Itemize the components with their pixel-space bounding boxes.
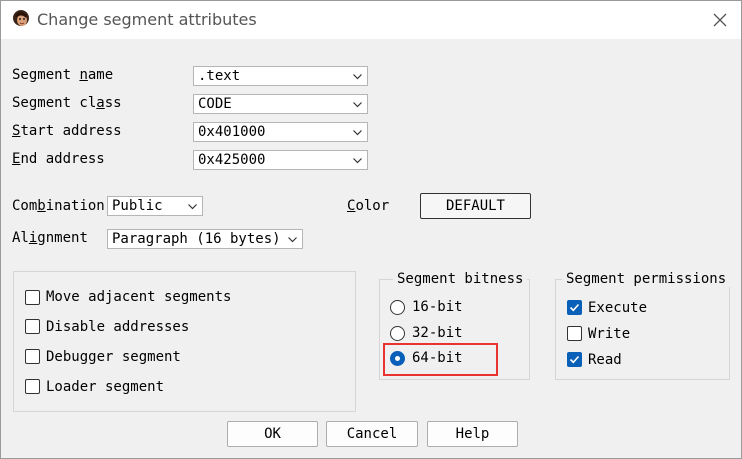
segment-class-label: Segment class	[12, 95, 122, 111]
combination-label: Combination	[12, 198, 105, 214]
alignment-combo[interactable]: Paragraph (16 bytes)	[107, 229, 303, 249]
label-part: Segment	[12, 67, 80, 83]
segment-name-combo[interactable]: .text	[193, 66, 368, 86]
cancel-button[interactable]: Cancel	[326, 421, 418, 447]
color-default-button[interactable]: DEFAULT	[420, 193, 531, 219]
start-address-value: 0x401000	[198, 124, 266, 140]
segment-name-value: .text	[198, 68, 241, 84]
combination-value: Public	[112, 198, 163, 214]
checkmark-icon	[27, 382, 38, 391]
label-part: ame	[87, 67, 114, 83]
segment-permissions-title: Segment permissions	[562, 271, 731, 287]
loader-segment-checkbox[interactable]	[25, 379, 40, 394]
color-label: Color	[347, 198, 389, 214]
chevron-down-icon	[188, 204, 197, 210]
label-accel: a	[96, 95, 105, 111]
close-button[interactable]	[705, 5, 735, 35]
checkmark-icon	[569, 303, 580, 312]
bitness-16-label: 16-bit	[412, 299, 463, 315]
move-adjacent-segments-label: Move adjacent segments	[46, 289, 232, 305]
move-adjacent-segments-checkbox[interactable]	[25, 290, 40, 305]
checkmark-icon	[27, 293, 38, 302]
write-checkbox[interactable]	[567, 326, 582, 341]
loader-segment-label: Loader segment	[46, 379, 165, 395]
dialog-window: Change segment attributes Segment name .…	[0, 0, 742, 459]
close-icon	[713, 13, 727, 27]
checkmark-icon	[569, 355, 580, 364]
chevron-down-icon	[353, 102, 362, 108]
chevron-down-icon	[288, 237, 297, 243]
label-part: gnment	[37, 230, 88, 246]
disable-addresses-checkbox[interactable]	[25, 319, 40, 334]
bitness-16-radio[interactable]	[390, 300, 405, 315]
bitness-32-radio[interactable]	[390, 326, 405, 341]
disable-addresses-label: Disable addresses	[46, 319, 190, 335]
label-accel: b	[37, 198, 46, 214]
alignment-label: Alignment	[12, 230, 88, 246]
segment-bitness-title: Segment bitness	[393, 271, 528, 287]
start-address-combo[interactable]: 0x401000	[193, 122, 368, 142]
ida-logo-icon	[13, 10, 29, 26]
chevron-down-icon	[353, 130, 362, 136]
label-part: tart address	[20, 123, 122, 139]
label-accel: n	[79, 67, 88, 83]
label-part: nd address	[20, 151, 105, 167]
label-part: Segment cl	[12, 95, 97, 111]
alignment-value: Paragraph (16 bytes)	[112, 231, 281, 247]
chevron-down-icon	[353, 158, 362, 164]
end-address-combo[interactable]: 0x425000	[193, 150, 368, 170]
segment-name-label: Segment name	[12, 67, 113, 83]
label-part: Al	[12, 230, 29, 246]
end-address-label: End address	[12, 151, 105, 167]
end-address-value: 0x425000	[198, 152, 266, 168]
read-label: Read	[588, 352, 622, 368]
ok-button[interactable]: OK	[227, 421, 318, 447]
label-part: ination	[45, 198, 105, 214]
chevron-down-icon	[353, 74, 362, 80]
read-checkbox[interactable]	[567, 352, 582, 367]
write-label: Write	[588, 326, 631, 342]
label-part: ss	[104, 95, 122, 111]
label-part: Com	[12, 198, 38, 214]
execute-checkbox[interactable]	[567, 300, 582, 315]
start-address-label: Start address	[12, 123, 122, 139]
segment-class-combo[interactable]: CODE	[193, 94, 368, 114]
dialog-title: Change segment attributes	[37, 10, 257, 29]
bitness-32-label: 32-bit	[412, 325, 463, 341]
segment-class-value: CODE	[198, 96, 232, 112]
combination-combo[interactable]: Public	[107, 196, 203, 216]
help-button[interactable]: Help	[427, 421, 518, 447]
title-bar: Change segment attributes	[1, 1, 741, 39]
debugger-segment-label: Debugger segment	[46, 349, 181, 365]
label-part: olor	[355, 198, 390, 214]
highlight-box	[383, 343, 498, 376]
execute-label: Execute	[588, 300, 648, 316]
debugger-segment-checkbox[interactable]	[25, 349, 40, 364]
